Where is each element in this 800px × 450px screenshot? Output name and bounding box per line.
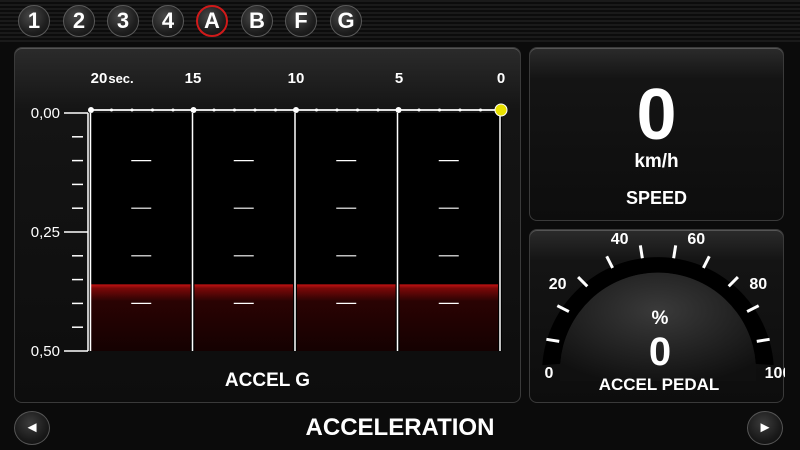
time-axis-minor-dot — [417, 108, 421, 112]
gauge-tick — [727, 276, 739, 288]
time-axis-major-dot — [88, 107, 94, 113]
page-title: ACCELERATION — [305, 414, 495, 441]
time-axis-minor-dot — [458, 108, 462, 112]
right-arrow-icon: ► — [757, 419, 773, 436]
gauge-label-80: 80 — [749, 276, 767, 293]
y-axis-ticks — [64, 136, 88, 328]
pedal-value: 0 — [649, 330, 671, 374]
accel-pedal-panel: 0 20 40 60 80 100 % 0 ACCEL PEDAL — [529, 229, 785, 403]
accel-bar — [297, 284, 396, 351]
gauge-tick — [756, 337, 770, 343]
left-arrow-icon: ◄ — [24, 419, 40, 436]
gauge-label-0: 0 — [545, 365, 554, 382]
gauge-tick — [638, 245, 644, 259]
time-axis-minor-dot — [335, 108, 339, 112]
time-axis-minor-dot — [274, 108, 277, 112]
accel-g-chart: 20 sec. 15 10 5 0 0,00 0,25 0,50 — [31, 70, 508, 360]
time-label-10: 10 — [288, 70, 305, 87]
speed-label: SPEED — [625, 188, 688, 208]
time-axis-minor-dot — [253, 108, 257, 112]
time-label-15: 15 — [185, 70, 202, 87]
gauge-label-40: 40 — [611, 231, 629, 248]
time-unit-label: sec. — [108, 71, 133, 86]
time-axis-minor-dot — [315, 108, 318, 112]
tab-b[interactable]: B — [241, 5, 273, 37]
y-label-050: 0,50 — [31, 343, 60, 360]
time-axis-major-dot — [190, 107, 197, 113]
gauge-tick — [605, 255, 614, 269]
gauge-tick — [672, 245, 678, 259]
time-axis-minor-dot — [110, 108, 113, 112]
tab-4[interactable]: 4 — [152, 5, 184, 37]
next-page-button[interactable]: ► — [747, 411, 783, 445]
tab-f[interactable]: F — [285, 5, 317, 37]
gauge-tick — [702, 255, 711, 269]
pedal-label: ACCEL PEDAL — [599, 375, 720, 394]
time-axis-minor-dot — [356, 108, 359, 112]
time-axis-minor-dot — [151, 108, 154, 112]
accel-pedal-gauge: 0 20 40 60 80 100 % 0 ACCEL PEDAL — [542, 231, 785, 394]
time-label-0: 0 — [497, 70, 505, 87]
speed-value: 0 — [636, 75, 677, 155]
current-time-marker — [494, 103, 508, 117]
accel-g-panel: 20 sec. 15 10 5 0 0,00 0,25 0,50 ACCEL G — [14, 47, 521, 403]
time-label-5: 5 — [395, 70, 403, 87]
mode-tab-bar: 1 2 3 4 A B F G — [0, 0, 800, 42]
tab-1[interactable]: 1 — [18, 5, 50, 37]
time-axis-major-dot — [293, 107, 299, 113]
y-label-025: 0,25 — [31, 224, 60, 241]
gauge-tick — [546, 337, 560, 343]
tab-2[interactable]: 2 — [63, 5, 95, 37]
time-axis-minor-dot — [233, 108, 236, 112]
time-axis-minor-dot — [376, 108, 380, 112]
speed-panel: 0 km/h SPEED — [529, 47, 784, 221]
time-axis-minor-dot — [130, 108, 134, 112]
accel-bar — [194, 284, 293, 351]
tab-3[interactable]: 3 — [107, 5, 139, 37]
gauge-label-20: 20 — [549, 276, 567, 293]
speed-unit: km/h — [634, 151, 679, 172]
accel-g-title: ACCEL G — [224, 370, 311, 391]
accel-bar — [91, 284, 191, 351]
y-label-000: 0,00 — [31, 105, 60, 122]
tab-a[interactable]: A — [196, 5, 228, 37]
gauge-label-60: 60 — [687, 231, 705, 248]
gauge-tick — [577, 276, 589, 288]
pedal-unit: % — [652, 308, 669, 329]
time-axis-minor-dot — [171, 108, 175, 112]
time-axis-major-dot — [395, 107, 402, 113]
time-label-20: 20 — [91, 70, 108, 87]
time-axis-minor-dot — [438, 108, 441, 112]
tab-g[interactable]: G — [330, 5, 362, 37]
gauge-label-100: 100 — [765, 365, 785, 382]
time-axis-minor-dot — [479, 108, 482, 112]
prev-page-button[interactable]: ◄ — [14, 411, 50, 445]
accel-bar — [399, 284, 498, 351]
time-axis-minor-dot — [212, 108, 216, 112]
